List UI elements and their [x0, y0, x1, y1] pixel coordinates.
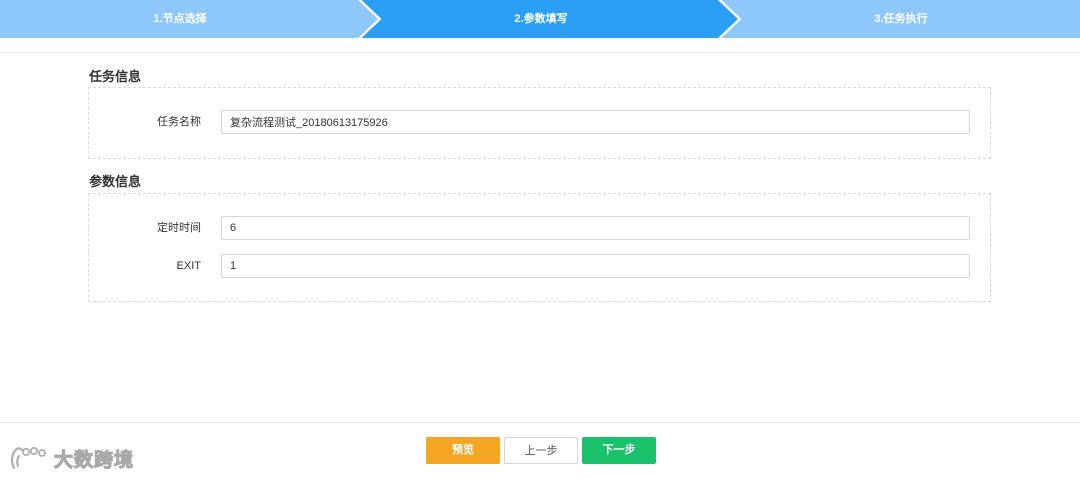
progress-stepper: 1.节点选择 2.参数填写 3.任务执行: [0, 0, 1080, 38]
brand-logo-icon: [10, 446, 46, 470]
param-info-panel: [88, 193, 991, 302]
header-divider: [0, 52, 1080, 53]
timer-time-input[interactable]: [221, 216, 970, 240]
next-step-button[interactable]: 下一步: [582, 437, 656, 464]
previous-step-button[interactable]: 上一步: [504, 437, 578, 464]
footer-divider: [0, 422, 1080, 423]
task-name-label: 任务名称: [157, 116, 201, 128]
watermark-text: 大数跨境: [53, 448, 135, 471]
step-1-node-select[interactable]: 1.节点选择: [0, 0, 360, 38]
exit-input[interactable]: [221, 254, 970, 278]
timer-time-label: 定时时间: [157, 222, 201, 234]
param-info-title: 参数信息: [89, 174, 142, 189]
step-2-param-fill[interactable]: 2.参数填写: [360, 0, 722, 38]
watermark: 大数跨境: [8, 443, 134, 473]
preview-button[interactable]: 预览: [426, 437, 500, 464]
exit-label: EXIT: [176, 260, 201, 272]
task-name-input[interactable]: [221, 110, 970, 134]
step-3-task-exec[interactable]: 3.任务执行: [722, 0, 1080, 38]
task-info-title: 任务信息: [89, 69, 142, 84]
